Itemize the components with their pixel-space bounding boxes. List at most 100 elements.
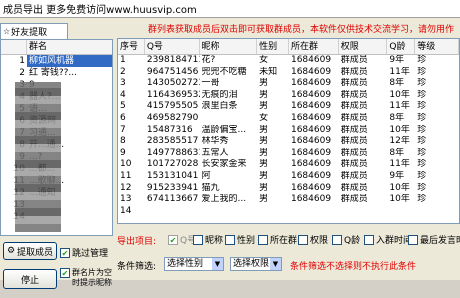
table-cell: 8年 (389, 78, 405, 89)
export-checkbox[interactable]: 昵称 (193, 233, 223, 246)
column-header[interactable]: 等级 (415, 39, 459, 54)
table-cell: 阿 (201, 170, 211, 181)
export-checkbox[interactable]: 权限 (298, 233, 328, 246)
table-cell: 12年 (389, 136, 410, 147)
group-row[interactable]: 1 柳如风机器 (1, 55, 112, 67)
table-cell: 男 (259, 170, 269, 181)
table-cell: 珍 (417, 66, 427, 77)
table-cell: 8 (120, 136, 126, 147)
table-cell: 8年 (389, 147, 405, 158)
export-checkbox[interactable]: 性别 (225, 233, 255, 246)
column-header[interactable]: 权限 (339, 39, 388, 54)
table-cell: 1497788631 (146, 147, 200, 158)
group-row-index: 2 (19, 68, 25, 78)
export-checkbox[interactable]: 最后发言时 (408, 233, 460, 246)
table-cell: 153131041 (146, 170, 199, 181)
table-cell: 1684609 (290, 78, 332, 89)
table-cell: 1164369532 (146, 89, 200, 100)
extract-members-button[interactable]: ⚙ 提取成员 (3, 242, 57, 260)
table-cell: 10年 (389, 182, 410, 193)
table-row[interactable]: 14 (118, 206, 459, 218)
table-cell: 4 (120, 89, 126, 100)
table-row[interactable]: 3 1430502723 一哥 男 1684609 群成员 8年 珍 (118, 78, 459, 90)
export-checkbox[interactable]: 入群时间 (364, 233, 412, 246)
table-cell (339, 206, 388, 218)
table-row[interactable]: 12 915233941 猫九 男 1684609 群成员 10年珍 (118, 183, 459, 195)
table-cell: 964751456 (146, 66, 199, 77)
table-cell: 1684609 (290, 170, 332, 181)
group-list-header: 群名 (1, 40, 112, 55)
table-cell: 男 (259, 78, 269, 89)
table-cell: 1684609 (290, 101, 332, 112)
title-bar: 成员导出 更多免费访问www.huusvip.com (0, 0, 460, 18)
table-cell (387, 206, 415, 218)
star-icon: ☆ (3, 27, 11, 36)
tab-friend-extract[interactable]: ☆ 好友提取 (0, 23, 68, 39)
column-header[interactable]: 性别 (257, 39, 289, 54)
table-cell: 未知 (259, 66, 278, 77)
gender-select[interactable]: 选择性别 ▼ (164, 257, 224, 271)
export-checkbox[interactable]: 所在群 (258, 233, 297, 246)
checkbox-icon (258, 234, 268, 245)
group-row[interactable]: 2 红 寄钱??... (1, 67, 112, 79)
table-cell: 1684609 (290, 89, 332, 100)
table-cell (289, 206, 339, 218)
skip-admin-checkbox[interactable]: ✔ 跳过管理 (60, 246, 108, 259)
export-checkbox[interactable]: Q龄 (332, 233, 360, 246)
group-row-index: 1 (19, 56, 25, 66)
table-cell: 11年 (389, 66, 410, 77)
table-cell: 珍 (417, 101, 427, 112)
export-checkbox-label: 权限 (310, 236, 329, 246)
table-cell: 男 (259, 159, 269, 170)
table-row[interactable]: 4 1164369532 无痕的泪 男 1684609 群成员 10年珍 (118, 90, 459, 102)
table-row[interactable]: 9 1497788631 五常人 男 1684609 群成员 8年 珍 (118, 148, 459, 160)
table-row[interactable]: 1 2398184711 花? 女 1684609 群成员 9年 珍 (118, 55, 459, 67)
group-list[interactable]: 群名 1柳如风机器2红 寄钱??...394器人?...5语...6资源网7习通… (0, 39, 113, 236)
table-cell: 群成员 (340, 55, 368, 65)
table-cell: 男 (259, 89, 269, 100)
table-cell: 珍 (417, 194, 427, 205)
table-cell: 283585517 (146, 136, 199, 147)
table-cell: 爱上我的... (201, 194, 247, 205)
table-row[interactable]: 2 964751456 兜兜不吃糖 未知 1684609 群成员 11年珍 (118, 67, 459, 79)
export-checkbox[interactable]: ✔ Q号 (168, 233, 196, 246)
table-cell: 1430502723 (146, 78, 200, 89)
table-cell: 1684609 (290, 194, 332, 205)
group-tip-checkbox[interactable]: ✔ 群名片为空时提示昵称 (60, 268, 116, 288)
table-cell: 8年 (389, 112, 405, 123)
table-cell: 1684609 (290, 55, 332, 65)
table-row[interactable]: 6 469582790 女 1684609 群成员 8年 珍 (118, 113, 459, 125)
table-cell: 珍 (417, 124, 427, 135)
member-table[interactable]: 序号 Q号 昵称 性别 所在群 权限 Q龄 等级 1 2398184711 花? 女 1684609 群… (117, 38, 460, 224)
bottom-panel: 导出项目: ✔Q号昵称 性别 所在群 权限 Q龄 入群时间最后发言时 条件筛选: 选择性别… (113, 226, 460, 280)
table-cell: 群成员 (340, 124, 368, 135)
column-header[interactable]: Q号 (145, 39, 200, 54)
filter-label: 条件筛选: (117, 262, 157, 272)
table-cell: 3 (120, 78, 126, 89)
table-cell: 15487316 (146, 124, 193, 135)
table-row[interactable]: 11 153131041 阿 男 1684609 群成员 9年 珍 (118, 171, 459, 183)
table-row[interactable]: 5 415795505 浪里白条 男 1684609 群成员 11年珍 (118, 101, 459, 113)
table-cell: 珍 (417, 89, 427, 100)
stop-button[interactable]: 停止 (3, 269, 57, 289)
member-table-body: 1 2398184711 花? 女 1684609 群成员 9年珍 2 964751456 兜兜不… (118, 55, 459, 217)
table-row[interactable]: 10 101727028 长安家金来 男 1684609 群成员 11年珍 (118, 159, 459, 171)
column-header[interactable]: 所在群 (289, 39, 339, 54)
table-row[interactable]: 13 674113667 爱上我的... 男 1684609 群成员 10年珍 (118, 194, 459, 206)
table-cell: 男 (259, 124, 269, 135)
table-row[interactable]: 8 283585517 林华秀 男 1684609 群成员 12年珍 (118, 136, 459, 148)
table-cell: 10年 (389, 194, 410, 205)
permission-select[interactable]: 选择权限 ▼ (230, 257, 282, 271)
table-cell: 13 (120, 194, 132, 205)
table-cell: 女 (259, 55, 269, 65)
filter-hint: 条件筛选不选择则不执行此条件 (290, 262, 417, 272)
mosaic-redaction (15, 82, 61, 232)
column-header[interactable]: 昵称 (200, 39, 258, 54)
table-cell: 1 (120, 55, 126, 65)
column-header[interactable]: Q龄 (387, 39, 416, 54)
table-row[interactable]: 7 15487316 温龄偏宝... 男 1684609 群成员 10年珍 (118, 125, 459, 137)
table-cell: 群成员 (340, 66, 368, 77)
table-cell: 5 (120, 101, 126, 112)
column-header[interactable]: 序号 (118, 39, 145, 54)
app-window: 成员导出 更多免费访问www.huusvip.com ☆ 好友提取 群名 1 柳如… (0, 0, 460, 289)
